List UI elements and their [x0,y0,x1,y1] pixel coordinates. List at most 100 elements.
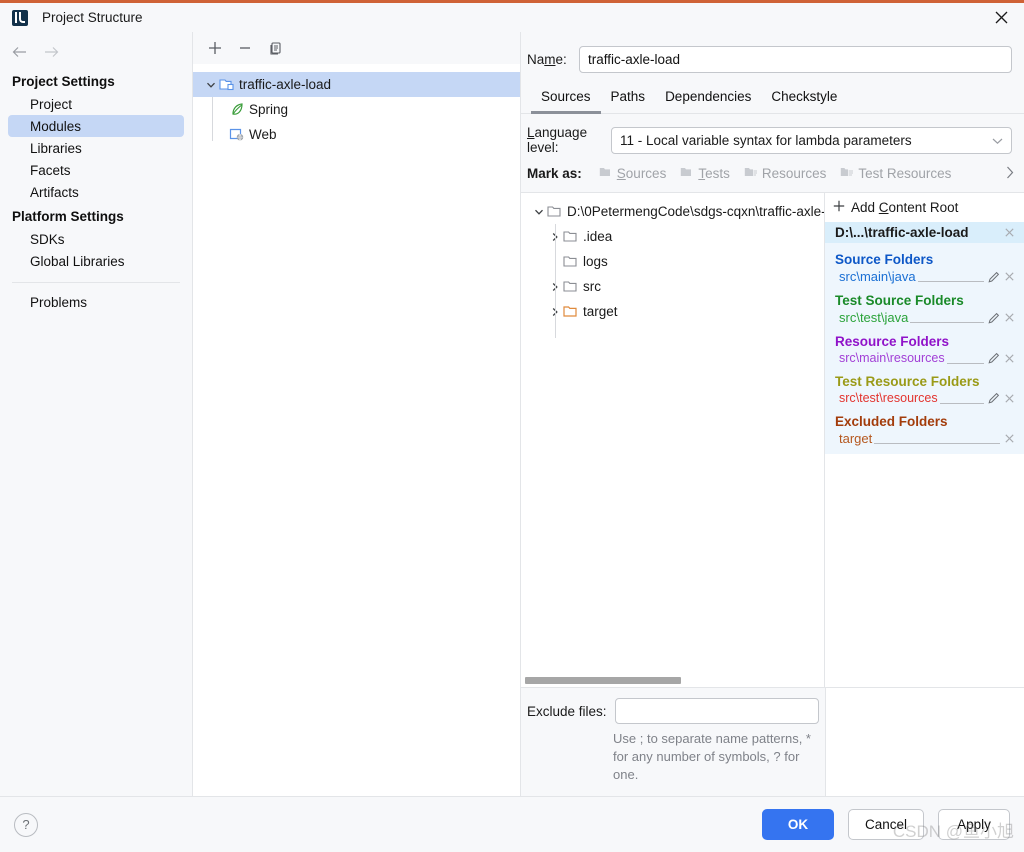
folder-excluded-icon [563,305,581,318]
sidebar-item-facets[interactable]: Facets [8,159,184,181]
horizontal-scrollbar[interactable] [521,673,824,687]
fs-row-label: logs [583,254,608,269]
group-title-resource-folders: Resource Folders [835,334,950,349]
close-small-icon[interactable] [1002,272,1016,281]
sidebar-divider [12,282,180,283]
filesystem-tree: D:\0PetermengCode\sdgs-cqxn\traffic-axle… [521,193,824,687]
exclude-files-input[interactable] [614,698,819,724]
fs-row-label: .idea [583,229,613,244]
arrow-right-icon[interactable] [40,41,62,63]
mark-as-sources-label: Sources [616,166,667,181]
content-roots-panel: Add Content Root D:\...\traffic-axle-loa… [824,193,1024,687]
sidebar-item-problems[interactable]: Problems [8,291,184,313]
ok-button[interactable]: OK [761,809,834,840]
tree-item-spring[interactable]: Spring [193,97,520,122]
entry-path: src\main\java [839,269,916,284]
sidebar-heading-platform-settings: Platform Settings [12,209,124,224]
module-detail-panel: Name: Sources Paths Dependencies Checkst… [521,32,1024,796]
folder-test-resources-icon [840,166,854,181]
entry-test-source-folder[interactable]: src\test\java [825,310,1024,325]
tab-checkstyle[interactable]: Checkstyle [761,85,847,114]
sidebar-item-modules[interactable]: Modules [8,115,184,137]
settings-sidebar: Project Settings Project Modules Librari… [0,32,193,796]
project-structure-dialog: Project Structure Project Settings Proje… [0,0,1024,852]
tree-item-label: Web [249,127,277,142]
module-name-input[interactable] [579,46,1012,73]
apply-button[interactable]: Apply [938,809,1010,840]
sidebar-item-global-libraries[interactable]: Global Libraries [8,250,184,272]
tree-guide-line [212,97,213,141]
remove-module-button[interactable] [233,36,257,60]
fs-row-idea[interactable]: .idea [521,224,824,249]
close-small-icon[interactable] [1002,313,1016,322]
entry-excluded-folder[interactable]: target [825,431,1024,446]
navigation-arrows [0,36,192,68]
sidebar-heading-project-settings: Project Settings [12,74,115,89]
folder-icon [563,280,581,293]
folder-tests-icon [680,166,694,181]
entry-source-folder[interactable]: src\main\java [825,269,1024,284]
group-title-excluded-folders: Excluded Folders [835,414,948,429]
close-small-icon[interactable] [1002,353,1016,363]
pencil-icon[interactable] [986,392,1002,404]
fs-row-content-root[interactable]: D:\0PetermengCode\sdgs-cqxn\traffic-axle… [521,199,824,224]
fs-row-src[interactable]: src [521,274,824,299]
page-title: Project Structure [42,10,143,25]
mark-as-test-resources-button[interactable]: Test Resources [833,164,958,183]
language-level-select[interactable]: 11 - Local variable syntax for lambda pa… [611,126,1012,154]
group-title-test-resource-folders: Test Resource Folders [835,374,980,389]
mark-as-resources-button[interactable]: Resources [737,164,834,183]
tree-item-label: traffic-axle-load [239,77,332,92]
exclude-files-area: Exclude files: Use ; to separate name pa… [521,687,1024,796]
fs-row-target[interactable]: target [521,299,824,324]
copy-icon[interactable] [263,36,287,60]
sources-split: D:\0PetermengCode\sdgs-cqxn\traffic-axle… [521,192,1024,687]
folder-icon [563,230,581,243]
help-icon[interactable]: ? [14,812,38,837]
close-icon[interactable] [978,3,1024,32]
module-folder-icon [219,77,237,92]
add-module-button[interactable] [203,36,227,60]
fs-row-logs[interactable]: logs [521,249,824,274]
entry-path: src\test\resources [839,391,938,405]
close-small-icon[interactable] [1002,434,1016,443]
entry-test-resource-folder[interactable]: src\test\resources [825,391,1024,405]
tab-dependencies[interactable]: Dependencies [655,85,761,114]
modules-toolbar [193,32,520,64]
sidebar-item-artifacts[interactable]: Artifacts [8,181,184,203]
folder-icon [563,255,581,268]
tree-item-web[interactable]: Web [193,122,520,147]
sidebar-item-sdks[interactable]: SDKs [8,228,184,250]
title-bar: Project Structure [0,3,1024,32]
tree-guide-line [555,224,556,338]
arrow-left-icon[interactable] [8,41,30,63]
add-content-root-button[interactable]: Add Content Root [825,193,1024,222]
chevron-right-icon[interactable] [1006,166,1020,182]
fs-row-label: target [583,304,618,319]
entry-underline [874,433,1000,444]
pencil-icon[interactable] [986,352,1002,364]
pencil-icon[interactable] [986,271,1002,283]
pencil-icon[interactable] [986,312,1002,324]
content-root-header[interactable]: D:\...\traffic-axle-load [825,222,1024,243]
sidebar-item-project[interactable]: Project [8,93,184,115]
mark-as-sources-button[interactable]: Sources [592,164,674,183]
detail-tabs: Sources Paths Dependencies Checkstyle [521,85,1024,114]
close-small-icon[interactable] [1002,228,1016,237]
folder-icon [547,205,565,218]
tree-item-traffic-axle-load[interactable]: traffic-axle-load [193,72,520,97]
tab-paths[interactable]: Paths [601,85,656,114]
mark-as-label: Mark as: [527,166,582,181]
sidebar-item-libraries[interactable]: Libraries [8,137,184,159]
close-small-icon[interactable] [1002,393,1016,403]
folder-sources-icon [599,166,613,181]
scrollbar-thumb[interactable] [525,677,682,684]
mark-as-tests-button[interactable]: Tests [673,164,737,183]
entry-resource-folder[interactable]: src\main\resources [825,351,1024,365]
tab-sources[interactable]: Sources [531,85,601,114]
chevron-down-icon[interactable] [203,80,219,90]
chevron-down-icon[interactable] [531,207,547,217]
dialog-footer: ? OK Cancel Apply [0,796,1024,852]
cancel-button[interactable]: Cancel [847,809,924,840]
exclude-files-left: Exclude files: Use ; to separate name pa… [521,688,825,796]
